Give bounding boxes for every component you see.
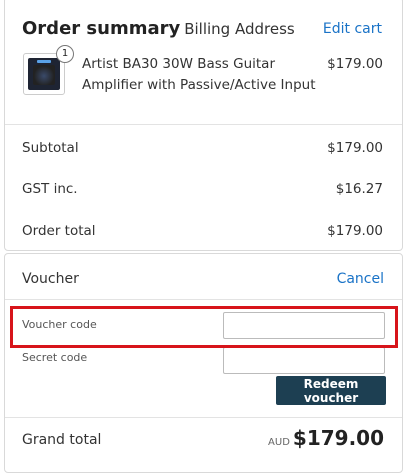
gst-value: $16.27 — [335, 181, 383, 197]
divider — [5, 417, 402, 418]
grand-total-value: AUD $179.00 — [268, 426, 384, 450]
cancel-voucher-link[interactable]: Cancel — [337, 271, 384, 287]
voucher-title: Voucher — [22, 271, 79, 287]
grand-total-label: Grand total — [22, 432, 102, 448]
grand-total-amount: $179.00 — [292, 426, 384, 450]
voucher-code-highlight — [10, 306, 398, 348]
amplifier-icon — [28, 58, 60, 90]
summary-title: Order summary — [22, 18, 181, 39]
order-total-value: $179.00 — [327, 223, 383, 239]
product-name: Artist BA30 30W Bass Guitar Amplifier wi… — [82, 56, 316, 93]
gst-label: GST inc. — [22, 181, 78, 197]
voucher-panel: Voucher Cancel Voucher code Secret code … — [4, 253, 403, 473]
quantity-badge: 1 — [56, 45, 74, 63]
order-total-label: Order total — [22, 223, 96, 239]
summary-subtitle: Billing Address — [184, 20, 295, 38]
edit-cart-link[interactable]: Edit cart — [323, 21, 382, 37]
secret-code-label: Secret code — [22, 351, 88, 364]
divider — [5, 124, 402, 125]
currency-code: AUD — [268, 437, 290, 448]
subtotal-value: $179.00 — [327, 140, 383, 156]
summary-header: Order summary Billing Address — [22, 18, 295, 39]
redeem-voucher-button[interactable]: Redeem voucher — [276, 376, 386, 405]
order-summary-panel: Order summary Billing Address Edit cart 1… — [4, 0, 403, 251]
divider — [5, 299, 402, 300]
subtotal-label: Subtotal — [22, 140, 79, 156]
product-price: $179.00 — [327, 56, 383, 72]
secret-code-input[interactable] — [223, 347, 385, 374]
